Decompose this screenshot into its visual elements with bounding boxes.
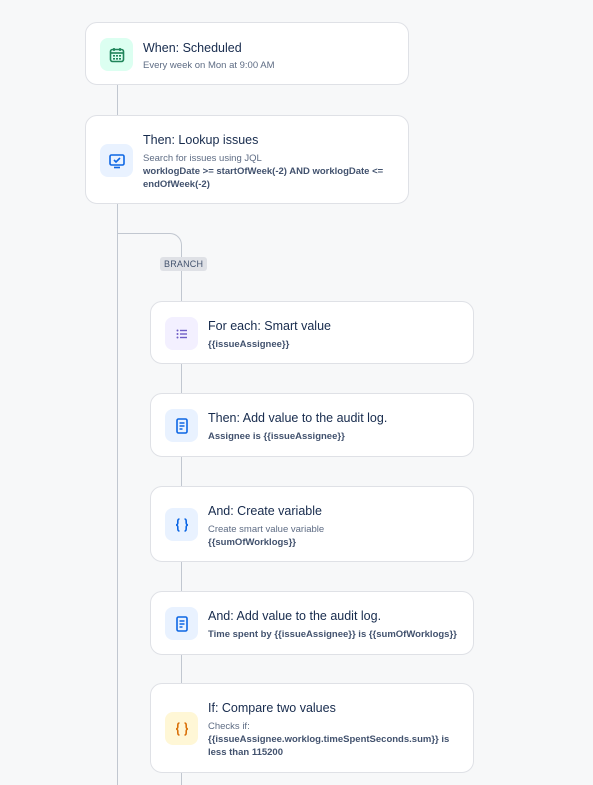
create-variable-detail: {{sumOfWorklogs}}	[208, 537, 296, 548]
trigger-card[interactable]: When: Scheduled Every week on Mon at 9:0…	[85, 22, 409, 85]
document-icon	[165, 607, 198, 640]
calendar-icon	[100, 38, 133, 71]
create-variable-title: And: Create variable	[208, 504, 322, 518]
document-icon	[165, 409, 198, 442]
create-variable-description: Create smart value variable	[208, 524, 325, 535]
compare-values-description: Checks if:	[208, 721, 250, 732]
audit-log-time-title: And: Add value to the audit log.	[208, 609, 382, 623]
braces-icon	[165, 508, 198, 541]
for-each-title: For each: Smart value	[208, 319, 331, 333]
rule-canvas: BRANCH When: Scheduled Every week on Mon…	[0, 0, 593, 785]
audit-log-title: Then: Add value to the audit log.	[208, 411, 388, 425]
audit-log-detail: Assignee is {{issueAssignee}}	[208, 431, 345, 442]
for-each-card[interactable]: For each: Smart value {{issueAssignee}}	[150, 301, 474, 364]
lookup-title: Then: Lookup issues	[143, 133, 259, 147]
trigger-description: Every week on Mon at 9:00 AM	[143, 60, 275, 71]
audit-log-time-card[interactable]: And: Add value to the audit log. Time sp…	[150, 591, 474, 655]
main-connector-line	[117, 84, 118, 116]
audit-log-time-detail: Time spent by {{issueAssignee}} is {{sum…	[208, 629, 457, 640]
compare-values-detail: {{issueAssignee.worklog.timeSpentSeconds…	[208, 734, 450, 758]
trigger-title: When: Scheduled	[143, 41, 242, 55]
lookup-jql: worklogDate >= startOfWeek(-2) AND workl…	[143, 166, 384, 190]
branch-label: BRANCH	[160, 257, 208, 271]
create-variable-card[interactable]: And: Create variable Create smart value …	[150, 486, 474, 562]
audit-log-card[interactable]: Then: Add value to the audit log. Assign…	[150, 393, 474, 457]
lookup-description: Search for issues using JQL	[143, 153, 262, 164]
lookup-issues-card[interactable]: Then: Lookup issues Search for issues us…	[85, 115, 409, 204]
for-each-detail: {{issueAssignee}}	[208, 339, 290, 350]
list-icon	[165, 317, 198, 350]
compare-values-card[interactable]: If: Compare two values Checks if: {{issu…	[150, 683, 474, 773]
braces-icon	[165, 712, 198, 745]
compare-values-title: If: Compare two values	[208, 701, 336, 715]
main-connector-line-lower	[117, 203, 118, 785]
monitor-check-icon	[100, 144, 133, 177]
